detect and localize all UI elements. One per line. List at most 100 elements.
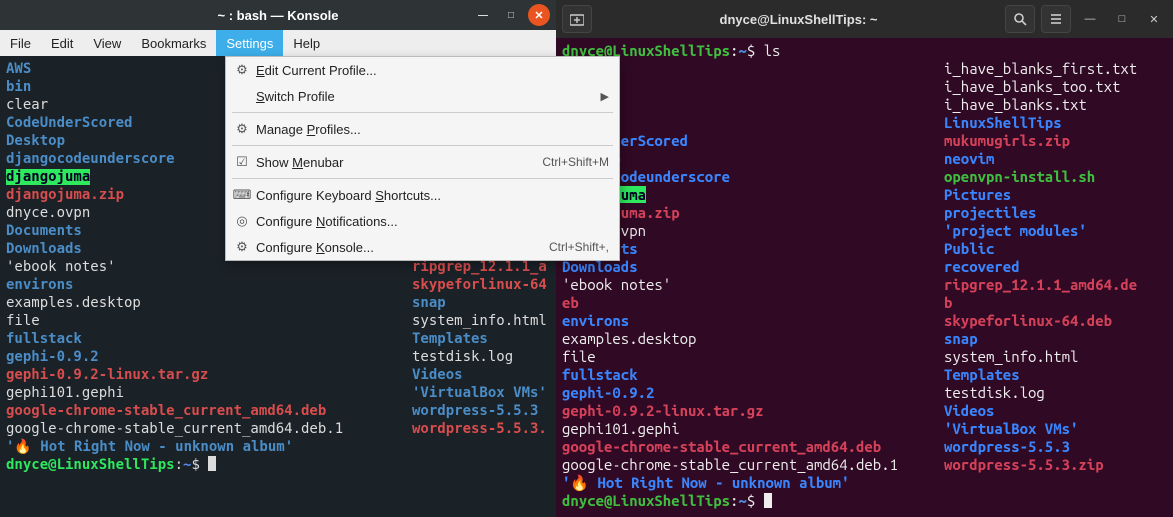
ls-entry: 'VirtualBox VMs' — [944, 420, 1078, 437]
konsole-window: ~ : bash — Konsole FileEditViewBookmarks… — [0, 0, 556, 517]
ls-entry: ripgrep_12.1.1_a — [412, 259, 547, 275]
ls-entry: gephi-0.9.2 — [562, 384, 654, 401]
menu-item-label: Manage Profiles... — [252, 122, 609, 137]
maximize-button[interactable] — [1109, 6, 1135, 32]
konsole-titlebar[interactable]: ~ : bash — Konsole — [0, 0, 556, 30]
menu-item-icon: ⚙ — [232, 239, 252, 255]
ls-entry: snap — [412, 295, 446, 311]
menu-item-label: Configure Keyboard Shortcuts... — [252, 188, 609, 203]
ls-entry: environs — [562, 312, 629, 329]
menu-item-accelerator: Ctrl+Shift+M — [542, 155, 609, 169]
gnome-terminal-body[interactable]: dnyce@LinuxShellTips:~$ lsa.out AWS bin … — [556, 38, 1173, 517]
ls-entry: file — [6, 313, 40, 329]
ls-entry: google-chrome-stable_current_amd64.deb.1 — [562, 456, 898, 473]
ls-entry: 'VirtualBox VMs' — [412, 385, 547, 401]
ls-entry: Documents — [6, 223, 82, 239]
ls-entry: testdisk.log — [944, 384, 1045, 401]
gnome-headerbar[interactable]: dnyce@LinuxShellTips: ~ — [556, 0, 1173, 38]
ls-entry: openvpn-install.sh — [944, 168, 1095, 185]
ls-entry: gephi-0.9.2-linux.tar.gz — [562, 402, 764, 419]
menu-item-show-menubar[interactable]: ☑Show MenubarCtrl+Shift+M — [226, 149, 619, 175]
ls-entry: '🔥 Hot Right Now - unknown album' — [562, 474, 849, 491]
minimize-button[interactable] — [1077, 6, 1103, 32]
menu-file[interactable]: File — [0, 30, 41, 56]
menu-item-configure-keyboard-shortcuts[interactable]: ⌨Configure Keyboard Shortcuts... — [226, 182, 619, 208]
ls-entry: skypeforlinux-64 — [412, 277, 547, 293]
menu-item-icon: ⚙ — [232, 62, 252, 78]
gnome-title: dnyce@LinuxShellTips: ~ — [598, 12, 999, 27]
minimize-button[interactable] — [472, 4, 494, 26]
menu-item-manage-profiles[interactable]: ⚙Manage Profiles... — [226, 116, 619, 142]
command-text: ls — [764, 42, 781, 59]
konsole-window-controls — [472, 0, 550, 30]
ls-entry: fullstack — [6, 331, 82, 347]
ls-entry: mukumugirls.zip — [944, 132, 1070, 149]
ls-entry: i_have_blanks_first.txt — [944, 60, 1137, 77]
ls-entry: djangojuma — [6, 169, 90, 185]
ls-entry: djangojuma.zip — [6, 187, 124, 203]
menu-item-configure-konsole[interactable]: ⚙Configure Konsole...Ctrl+Shift+, — [226, 234, 619, 260]
menu-separator — [232, 145, 613, 146]
menu-item-label: Configure Konsole... — [252, 240, 549, 255]
menu-separator — [232, 112, 613, 113]
ls-entry: 'project modules' — [944, 222, 1087, 239]
ls-entry: Public — [944, 240, 994, 257]
menu-item-icon: ☑ — [232, 154, 252, 170]
ls-entry: Templates — [944, 366, 1020, 383]
maximize-button[interactable] — [500, 4, 522, 26]
ls-entry: gephi-0.9.2 — [6, 349, 99, 365]
ls-entry: system_info.html — [412, 313, 547, 329]
gnome-terminal-window: dnyce@LinuxShellTips: ~ dnyce@LinuxShell… — [556, 0, 1173, 517]
ls-entry: google-chrome-stable_current_amd64.deb — [562, 438, 881, 455]
search-button[interactable] — [1005, 5, 1035, 33]
ls-entry: eb — [562, 294, 579, 311]
menu-edit[interactable]: Edit — [41, 30, 83, 56]
menu-item-label: Configure Notifications... — [252, 214, 609, 229]
ls-entry: Videos — [944, 402, 994, 419]
ls-entry: wordpress-5.5.3 — [412, 403, 538, 419]
menu-help[interactable]: Help — [283, 30, 330, 56]
ls-entry: testdisk.log — [412, 349, 513, 365]
ls-entry: i_have_blanks.txt — [944, 96, 1087, 113]
cursor — [208, 456, 216, 471]
menu-settings[interactable]: Settings — [216, 30, 283, 56]
menu-item-icon: ◎ — [232, 213, 252, 229]
close-button[interactable] — [1141, 6, 1167, 32]
ls-entry: AWS — [6, 61, 31, 77]
ls-entry: '🔥 Hot Right Now - unknown album' — [6, 439, 293, 455]
ls-entry: LinuxShellTips — [944, 114, 1062, 131]
konsole-menubar: FileEditViewBookmarksSettingsHelp — [0, 30, 556, 56]
hamburger-menu-button[interactable] — [1041, 5, 1071, 33]
ls-entry: Templates — [412, 331, 488, 347]
ls-entry: wordpress-5.5.3 — [944, 438, 1070, 455]
ls-entry: examples.desktop — [6, 295, 141, 311]
new-tab-button[interactable] — [562, 5, 592, 33]
ls-entry: Pictures — [944, 186, 1011, 203]
ls-entry: ripgrep_12.1.1_amd64.de — [944, 276, 1137, 293]
menu-bookmarks[interactable]: Bookmarks — [131, 30, 216, 56]
konsole-title: ~ : bash — Konsole — [218, 8, 339, 23]
ls-entry: google-chrome-stable_current_amd64.deb.1 — [6, 421, 343, 437]
menu-view[interactable]: View — [83, 30, 131, 56]
ls-entry: Videos — [412, 367, 463, 383]
ls-entry: i_have_blanks_too.txt — [944, 78, 1120, 95]
ls-entry: wordpress-5.5.3.zip — [944, 456, 1104, 473]
submenu-arrow-icon: ▶ — [601, 90, 609, 103]
ls-entry: google-chrome-stable_current_amd64.deb — [6, 403, 326, 419]
close-button[interactable] — [528, 4, 550, 26]
prompt-line[interactable]: dnyce@LinuxShellTips:~$ — [6, 456, 550, 474]
menu-item-label: Edit Current Profile... — [252, 63, 609, 78]
menu-item-switch-profile[interactable]: Switch Profile▶ — [226, 83, 619, 109]
menu-item-configure-notifications[interactable]: ◎Configure Notifications... — [226, 208, 619, 234]
ls-entry: gephi101.gephi — [562, 420, 680, 437]
ls-entry: gephi-0.9.2-linux.tar.gz — [6, 367, 208, 383]
ls-entry: gephi101.gephi — [6, 385, 124, 401]
menu-item-accelerator: Ctrl+Shift+, — [549, 240, 609, 254]
menu-item-edit-current-profile[interactable]: ⚙Edit Current Profile... — [226, 57, 619, 83]
ls-entry: projectiles — [944, 204, 1036, 221]
ls-entry: snap — [944, 330, 978, 347]
settings-dropdown-menu: ⚙Edit Current Profile...Switch Profile▶⚙… — [225, 56, 620, 261]
menu-item-icon: ⌨ — [232, 187, 252, 203]
ls-entry: neovim — [944, 150, 994, 167]
prompt-line[interactable]: dnyce@LinuxShellTips:~$ — [562, 492, 944, 510]
